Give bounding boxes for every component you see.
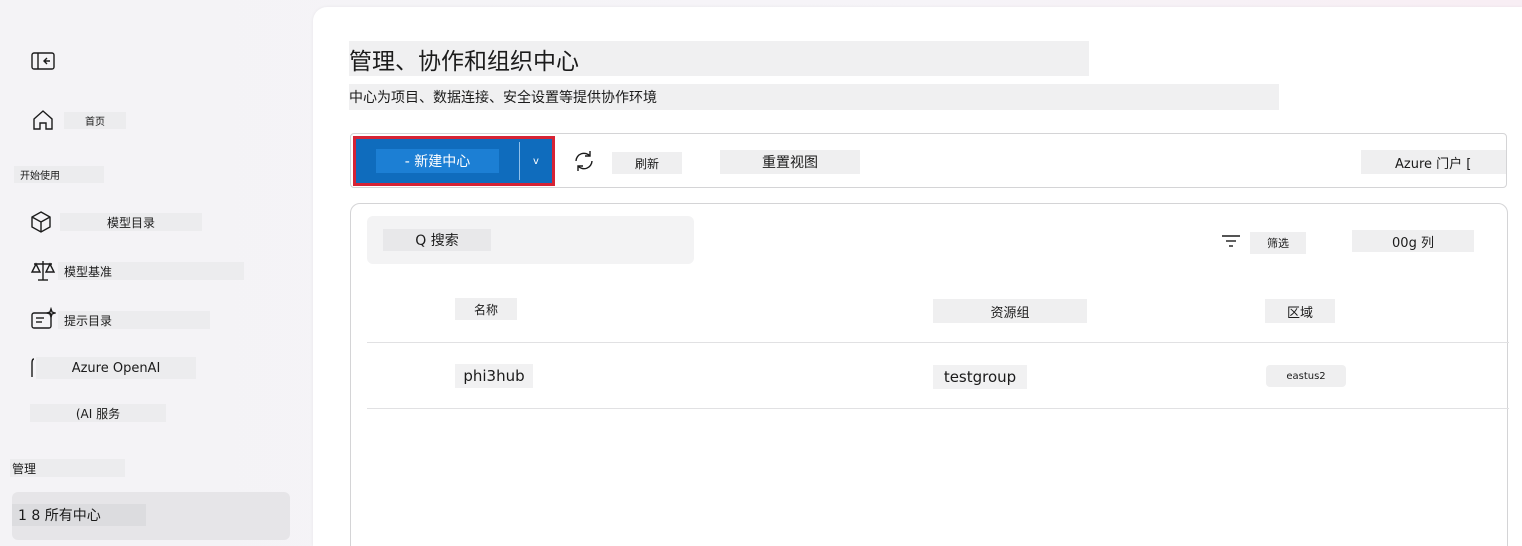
sidebar-item-label: 1 8 所有中心 <box>12 504 146 526</box>
refresh-icon[interactable] <box>571 148 597 174</box>
sidebar-item-label: 首页 <box>64 111 126 129</box>
reset-view-button[interactable]: 重置视图 <box>720 150 860 174</box>
azure-portal-link[interactable]: Azure 门户 [ <box>1361 150 1506 174</box>
sidebar: 首页 开始使用 模型目录 模型基准 提示目录 Azure OpenAI (AI … <box>0 0 305 546</box>
sidebar-item-label: 提示目录 <box>58 311 210 329</box>
main-panel: 管理、协作和组织中心 中心为项目、数据连接、安全设置等提供协作环境 - 新建中心… <box>313 7 1522 546</box>
toolbar: - 新建中心 v 刷新 重置视图 Azure 门户 [ <box>350 133 1507 188</box>
row-divider <box>367 408 1509 409</box>
sidebar-item-get-started[interactable]: 开始使用 <box>14 166 104 183</box>
sidebar-item-label: 开始使用 <box>14 166 104 183</box>
new-hub-button[interactable]: - 新建中心 <box>356 139 552 183</box>
sidebar-item-all-hubs[interactable]: 1 8 所有中心 <box>12 492 290 540</box>
new-hub-label: - 新建中心 <box>376 149 499 173</box>
collapse-panel-icon <box>30 48 56 74</box>
cell-resource-group: testgroup <box>933 365 1027 389</box>
sidebar-item-home[interactable]: 首页 <box>30 107 126 133</box>
sidebar-item-label: 模型基准 <box>58 262 244 280</box>
sidebar-item-label: (AI 服务 <box>30 404 166 422</box>
split-divider <box>519 142 520 180</box>
column-header-resource-group[interactable]: 资源组 <box>933 299 1087 323</box>
sidebar-item-model-benchmarks[interactable]: 模型基准 <box>30 258 244 284</box>
hubs-table-card: Q 搜索 筛选 00g 列 名称 资源组 区域 phi3hub testgrou… <box>350 203 1509 546</box>
new-hub-highlight: - 新建中心 v <box>353 136 555 186</box>
search-input[interactable]: Q 搜索 <box>367 216 694 264</box>
column-header-name[interactable]: 名称 <box>455 298 517 320</box>
page-subtitle: 中心为项目、数据连接、安全设置等提供协作环境 <box>349 84 1279 110</box>
sidebar-item-label: Azure OpenAI <box>36 357 196 379</box>
sidebar-section-manage: 管理 <box>10 459 125 477</box>
cube-icon <box>28 209 54 235</box>
region-badge: eastus2 <box>1266 365 1346 387</box>
columns-button[interactable]: 00g 列 <box>1352 230 1474 252</box>
search-placeholder: Q 搜索 <box>383 229 491 251</box>
row-divider <box>367 342 1509 343</box>
refresh-button[interactable]: 刷新 <box>612 152 682 174</box>
collapse-panel-button[interactable] <box>30 48 56 74</box>
section-heading: 管理 <box>10 459 125 477</box>
cell-name[interactable]: phi3hub <box>455 364 533 388</box>
home-icon <box>30 107 56 133</box>
column-header-region[interactable]: 区域 <box>1265 299 1335 323</box>
sidebar-item-label: 模型目录 <box>60 213 202 231</box>
scale-icon <box>30 258 56 284</box>
sidebar-item-prompt-catalog[interactable]: 提示目录 <box>30 307 210 333</box>
prompt-catalog-icon <box>30 307 56 333</box>
filter-icon[interactable] <box>1218 228 1244 254</box>
filter-button[interactable]: 筛选 <box>1250 232 1306 254</box>
chevron-down-icon[interactable]: v <box>524 149 548 173</box>
sidebar-item-ai-services[interactable]: (AI 服务 <box>30 404 166 422</box>
sidebar-item-azure-openai[interactable]: Azure OpenAI <box>30 355 196 381</box>
sidebar-item-model-catalog[interactable]: 模型目录 <box>28 209 202 235</box>
page-title: 管理、协作和组织中心 <box>349 41 1089 76</box>
